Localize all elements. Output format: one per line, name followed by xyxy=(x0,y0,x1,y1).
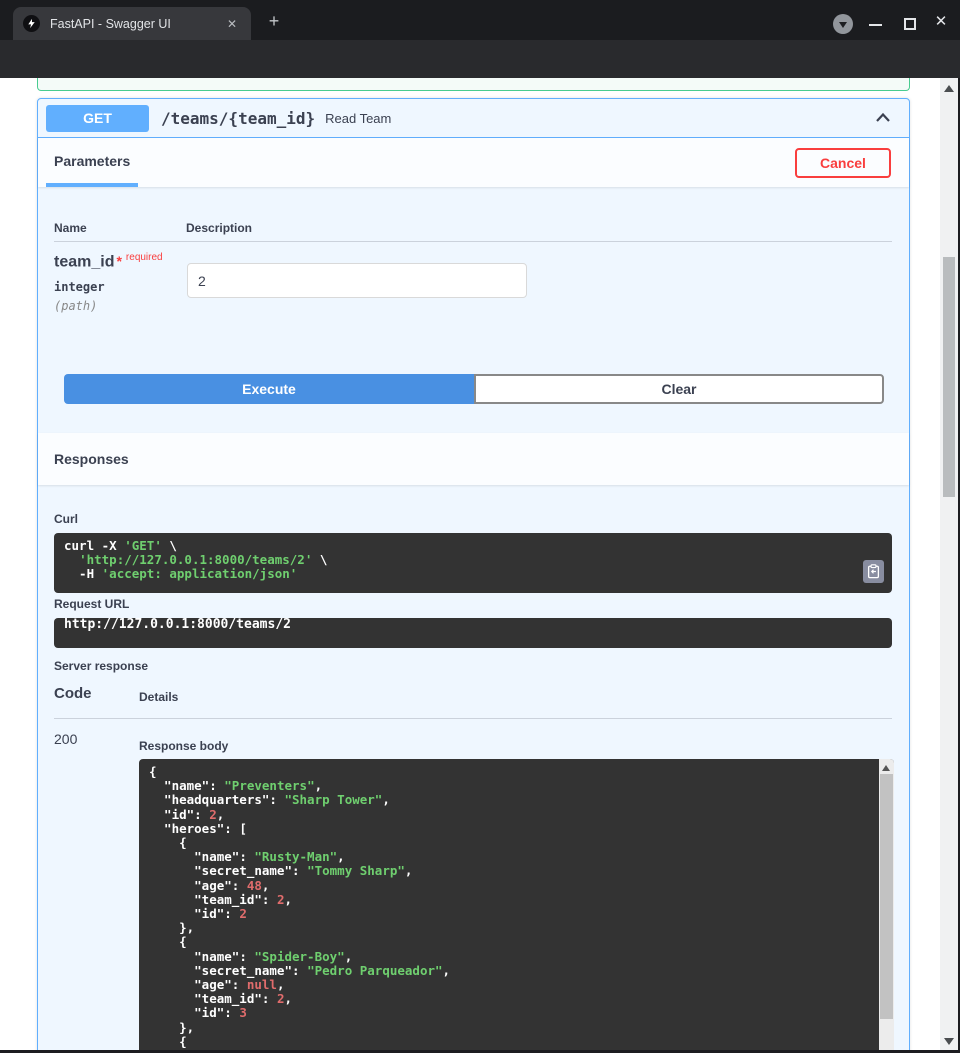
page-scroll-up-arrow[interactable] xyxy=(944,85,954,92)
response-scrollbar-thumb[interactable] xyxy=(880,774,893,1019)
browser-tab-bar: FastAPI - Swagger UI ✕ + ✕ xyxy=(0,0,960,40)
param-type: integer xyxy=(54,280,105,294)
request-url-label: Request URL xyxy=(54,597,129,611)
opblock-get-teams: GET /teams/{team_id} Read Team Parameter… xyxy=(37,98,910,1053)
tab-parameters[interactable]: Parameters xyxy=(46,138,138,187)
scroll-up-arrow-icon[interactable] xyxy=(882,765,890,771)
endpoint-path: /teams/{team_id} xyxy=(161,109,315,128)
description-column-header: Description xyxy=(186,221,252,235)
chevron-down-icon xyxy=(839,22,847,28)
cancel-button[interactable]: Cancel xyxy=(795,148,891,178)
clipboard-icon xyxy=(867,564,880,579)
page-scrollbar-thumb[interactable] xyxy=(943,257,955,497)
swagger-page: GET /teams/{team_id} Read Team Parameter… xyxy=(0,78,940,1053)
window-minimize-button[interactable] xyxy=(869,24,882,26)
request-url-block: http://127.0.0.1:8000/teams/2 xyxy=(54,618,892,648)
responses-title: Responses xyxy=(54,451,129,467)
curl-command: curl -X 'GET' \ 'http://127.0.0.1:8000/t… xyxy=(54,533,892,593)
execute-row: Execute Clear xyxy=(64,374,884,404)
browser-toolbar: ← → ↻ 127.0.0.1:8000/docs#/default/read_… xyxy=(0,40,960,78)
copy-to-clipboard-button[interactable] xyxy=(863,560,884,583)
page-scroll-down-arrow[interactable] xyxy=(944,1038,954,1045)
param-location: (path) xyxy=(54,299,97,313)
collapse-button[interactable] xyxy=(871,106,895,130)
page-scrollbar[interactable] xyxy=(940,78,958,1053)
response-table-divider xyxy=(54,718,892,719)
code-column-header: Code xyxy=(54,685,92,702)
response-body-block: { "name": "Preventers", "headquarters": … xyxy=(139,759,894,1053)
required-label: required xyxy=(126,252,163,263)
method-badge: GET xyxy=(46,105,149,132)
window-close-button[interactable]: ✕ xyxy=(932,12,950,30)
window-maximize-button[interactable] xyxy=(904,18,916,30)
curl-label: Curl xyxy=(54,512,78,526)
previous-opblock-partial xyxy=(37,78,910,91)
response-body-label: Response body xyxy=(139,739,228,753)
endpoint-summary: Read Team xyxy=(325,111,871,126)
fastapi-favicon-icon xyxy=(23,15,40,32)
parameters-section-header: Parameters Cancel xyxy=(38,138,909,187)
name-column-header: Name xyxy=(54,221,87,235)
table-divider xyxy=(54,241,892,242)
execute-button[interactable]: Execute xyxy=(64,374,474,404)
param-name: team_id*required xyxy=(54,252,163,271)
tab-title: FastAPI - Swagger UI xyxy=(50,17,223,31)
details-column-header: Details xyxy=(139,690,178,704)
required-star: * xyxy=(116,253,121,269)
tab-search-button[interactable] xyxy=(833,14,853,34)
team-id-input[interactable] xyxy=(187,263,527,298)
opblock-summary[interactable]: GET /teams/{team_id} Read Team xyxy=(38,99,909,138)
response-body-json: { "name": "Preventers", "headquarters": … xyxy=(139,759,894,1053)
clear-button[interactable]: Clear xyxy=(474,374,884,404)
browser-tab[interactable]: FastAPI - Swagger UI ✕ xyxy=(13,7,251,40)
chevron-up-icon xyxy=(873,108,893,128)
responses-section-header: Responses xyxy=(38,433,909,485)
status-code: 200 xyxy=(54,731,77,747)
new-tab-button[interactable]: + xyxy=(264,12,284,32)
curl-block: curl -X 'GET' \ 'http://127.0.0.1:8000/t… xyxy=(54,533,892,593)
request-url-value: http://127.0.0.1:8000/teams/2 xyxy=(54,618,301,648)
server-response-label: Server response xyxy=(54,659,148,673)
tab-close-icon[interactable]: ✕ xyxy=(223,15,241,33)
response-body-scrollbar[interactable] xyxy=(879,759,894,1053)
